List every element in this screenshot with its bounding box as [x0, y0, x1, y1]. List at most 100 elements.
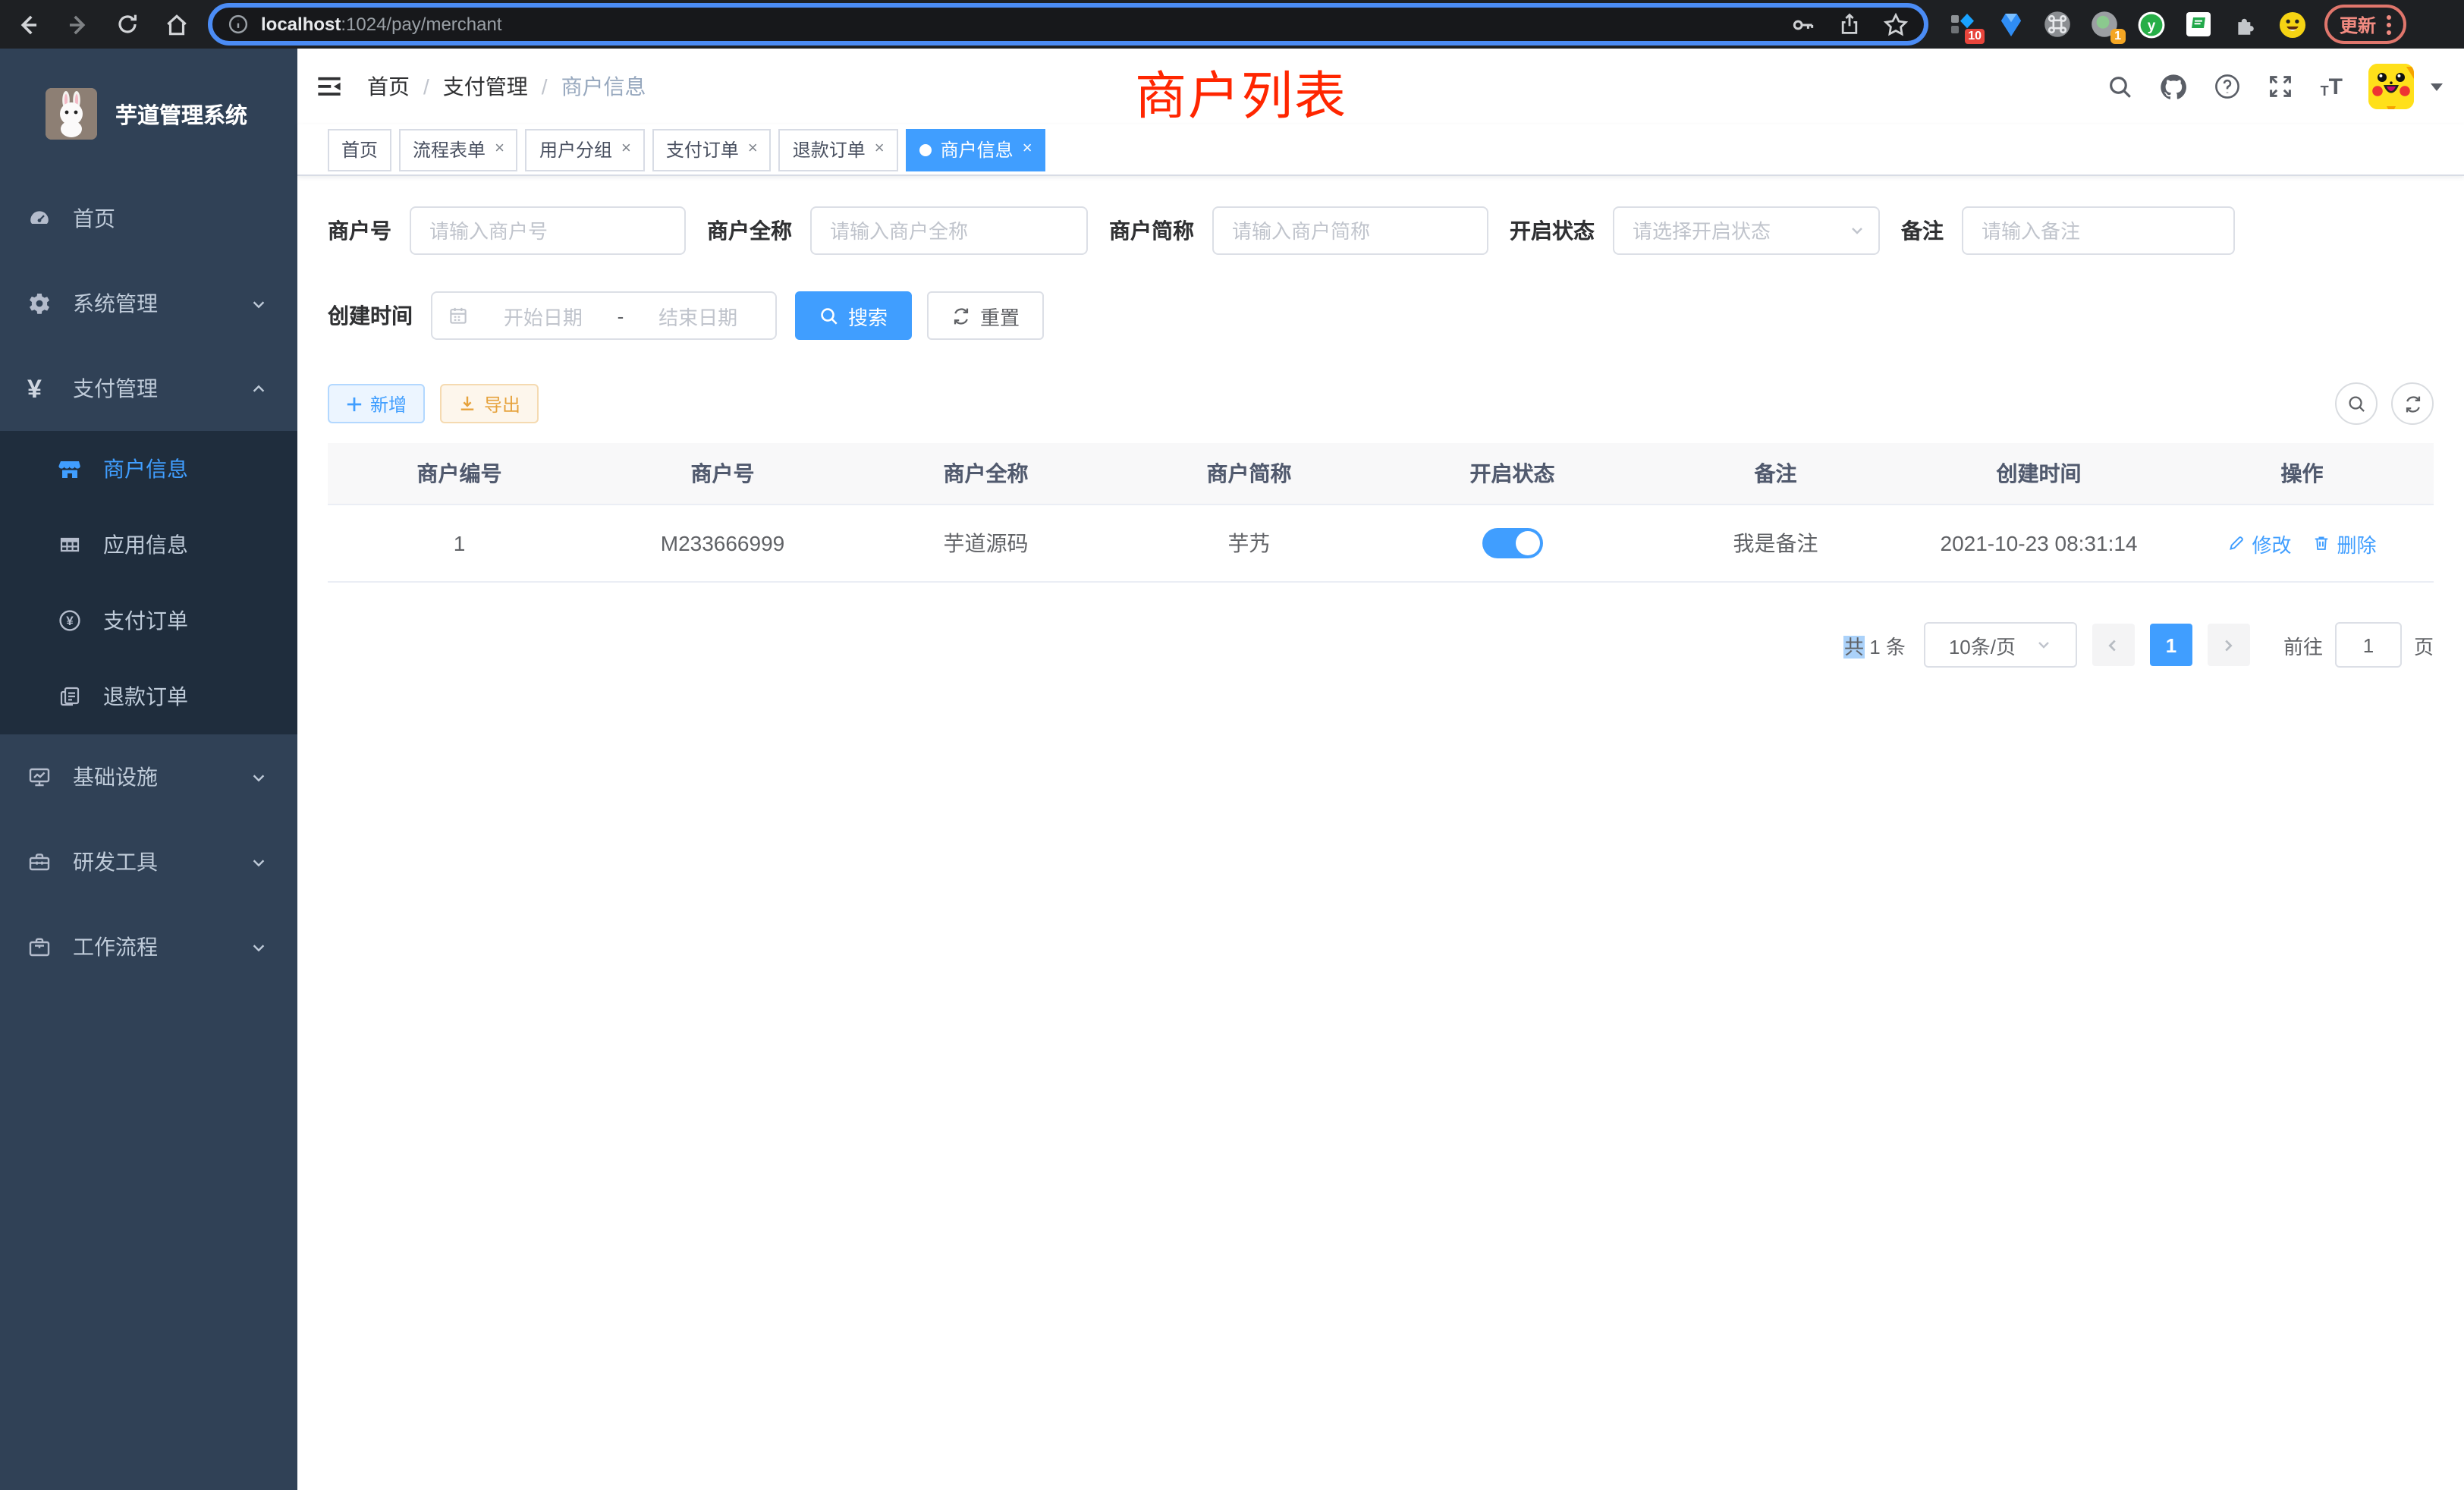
- breadcrumb-home[interactable]: 首页: [367, 71, 410, 102]
- tags-view: 首页 流程表单× 用户分组× 支付订单× 退款订单× 商户信息×: [297, 124, 2464, 176]
- page-size-select[interactable]: 10条/页: [1924, 622, 2077, 668]
- page-content: 商户号 商户全称 商户简称 开启状态: [297, 176, 2464, 1490]
- url-host: localhost: [261, 14, 341, 35]
- sidebar-item-merchant-info[interactable]: 商户信息: [0, 431, 297, 507]
- close-icon[interactable]: ×: [495, 141, 504, 158]
- browser-home-icon[interactable]: [164, 11, 190, 37]
- calendar-icon: [448, 305, 469, 326]
- tab-refund-order[interactable]: 退款订单×: [779, 128, 898, 171]
- chevron-down-icon: [250, 769, 267, 785]
- add-button[interactable]: 新增: [328, 384, 425, 423]
- browser-forward-icon[interactable]: [65, 11, 91, 37]
- delete-button[interactable]: 删除: [2313, 529, 2377, 558]
- url-path: :1024/pay/merchant: [341, 14, 501, 35]
- profile-emoji-icon[interactable]: [2279, 11, 2306, 38]
- close-icon[interactable]: ×: [748, 141, 758, 158]
- sidebar-item-workflow[interactable]: 工作流程: [0, 904, 297, 989]
- bookmark-star-icon[interactable]: [1883, 11, 1909, 37]
- merchant-table: 商户编号 商户号 商户全称 商户简称 开启状态 备注 创建时间 操作 1 M23…: [328, 443, 2434, 583]
- reset-button[interactable]: 重置: [927, 291, 1044, 340]
- sidebar-item-system[interactable]: 系统管理: [0, 261, 297, 346]
- sidebar-toggle-icon[interactable]: [316, 73, 343, 100]
- sidebar-item-label: 支付订单: [103, 605, 188, 636]
- tab-merchant-info[interactable]: 商户信息×: [906, 128, 1046, 171]
- browser-back-icon[interactable]: [15, 11, 41, 37]
- filter-label: 备注: [1901, 215, 1944, 246]
- help-icon[interactable]: [2214, 73, 2242, 100]
- close-icon[interactable]: ×: [1023, 141, 1032, 158]
- site-info-icon[interactable]: [228, 14, 249, 35]
- show-search-toggle-button[interactable]: [2335, 382, 2378, 425]
- browser-extensions: 10 1 y: [1950, 11, 2306, 38]
- sidebar-item-home[interactable]: 首页: [0, 176, 297, 261]
- tab-pay-order[interactable]: 支付订单×: [652, 128, 772, 171]
- refresh-table-button[interactable]: [2391, 382, 2434, 425]
- logo[interactable]: 芋道管理系统: [0, 49, 297, 176]
- navbar: 首页 / 支付管理 / 商户信息 TT: [297, 49, 2464, 124]
- cell-remark: 我是备注: [1644, 528, 1907, 558]
- next-page-button[interactable]: [2208, 624, 2250, 666]
- yen-icon: ¥: [27, 376, 52, 401]
- prev-page-button[interactable]: [2092, 624, 2135, 666]
- filter-label: 创建时间: [328, 300, 413, 331]
- browser-toolbar: localhost:1024/pay/merchant 10 1: [0, 0, 2464, 49]
- browser-update-button[interactable]: 更新: [2324, 5, 2406, 44]
- short-name-input[interactable]: [1212, 206, 1488, 255]
- extension-gray-circle-icon[interactable]: 1: [2091, 11, 2118, 38]
- breadcrumb-pay[interactable]: 支付管理: [443, 71, 528, 102]
- sidebar-item-app-info[interactable]: 应用信息: [0, 507, 297, 583]
- search-button[interactable]: 搜索: [795, 291, 912, 340]
- sidebar-menu: 首页 系统管理 ¥ 支付管理: [0, 176, 297, 989]
- font-size-icon[interactable]: TT: [2321, 75, 2343, 98]
- tab-user-group[interactable]: 用户分组×: [526, 128, 645, 171]
- extension-diamond-icon[interactable]: 10: [1950, 11, 1977, 38]
- url-bar[interactable]: localhost:1024/pay/merchant: [208, 3, 1928, 46]
- user-avatar[interactable]: [2368, 64, 2414, 109]
- extensions-puzzle-icon[interactable]: [2232, 11, 2259, 38]
- fullscreen-icon[interactable]: [2268, 73, 2295, 100]
- svg-text:¥: ¥: [66, 614, 74, 628]
- status-toggle[interactable]: [1482, 528, 1543, 558]
- share-icon[interactable]: [1837, 12, 1862, 36]
- browser-menu-icon[interactable]: [2387, 14, 2391, 34]
- chevron-down-icon: [250, 295, 267, 312]
- close-icon[interactable]: ×: [875, 141, 885, 158]
- extension-chat-icon[interactable]: [2185, 11, 2212, 38]
- merchant-no-input[interactable]: [410, 206, 686, 255]
- sidebar-item-pay[interactable]: ¥ 支付管理: [0, 346, 297, 431]
- toolbar: 新增 导出: [328, 382, 2434, 425]
- sidebar-item-dev-tools[interactable]: 研发工具: [0, 819, 297, 904]
- avatar-caret-icon[interactable]: [2431, 83, 2443, 90]
- table-header: 商户编号 商户号 商户全称 商户简称 开启状态 备注 创建时间 操作: [328, 443, 2434, 505]
- status-select[interactable]: [1613, 206, 1880, 255]
- page-number-button[interactable]: 1: [2150, 624, 2192, 666]
- tab-process-form[interactable]: 流程表单×: [399, 128, 518, 171]
- extension-y-icon[interactable]: y: [2138, 11, 2165, 38]
- extension-command-icon[interactable]: [2044, 11, 2071, 38]
- browser-reload-icon[interactable]: [115, 12, 140, 36]
- close-icon[interactable]: ×: [621, 141, 631, 158]
- sidebar-item-label: 首页: [73, 203, 115, 234]
- goto-page-input[interactable]: [2335, 622, 2402, 668]
- tab-home[interactable]: 首页: [328, 128, 391, 171]
- cell-create-time: 2021-10-23 08:31:14: [1907, 531, 2170, 555]
- full-name-input[interactable]: [810, 206, 1088, 255]
- url-text: localhost:1024/pay/merchant: [261, 14, 502, 35]
- remark-input[interactable]: [1962, 206, 2235, 255]
- monitor-chart-icon: [27, 765, 52, 789]
- extension-badge: 1: [2110, 29, 2126, 44]
- header-search-icon[interactable]: [2108, 74, 2134, 99]
- start-date-placeholder: 开始日期: [481, 301, 605, 330]
- extension-badge: 10: [1965, 29, 1985, 44]
- edit-button[interactable]: 修改: [2227, 529, 2291, 558]
- sidebar: 芋道管理系统 首页 系统管理 ¥ 支付管理: [0, 49, 297, 1490]
- sidebar-item-infra[interactable]: 基础设施: [0, 734, 297, 819]
- sidebar-item-refund-order[interactable]: 退款订单: [0, 659, 297, 734]
- extension-gem-icon[interactable]: [1997, 11, 2024, 38]
- date-range-picker[interactable]: 开始日期 - 结束日期: [431, 291, 777, 340]
- export-button[interactable]: 导出: [440, 384, 539, 423]
- screen: localhost:1024/pay/merchant 10 1: [0, 0, 2464, 1490]
- github-icon[interactable]: [2160, 72, 2189, 101]
- sidebar-item-pay-order[interactable]: ¥ 支付订单: [0, 583, 297, 659]
- password-key-icon[interactable]: [1790, 11, 1816, 37]
